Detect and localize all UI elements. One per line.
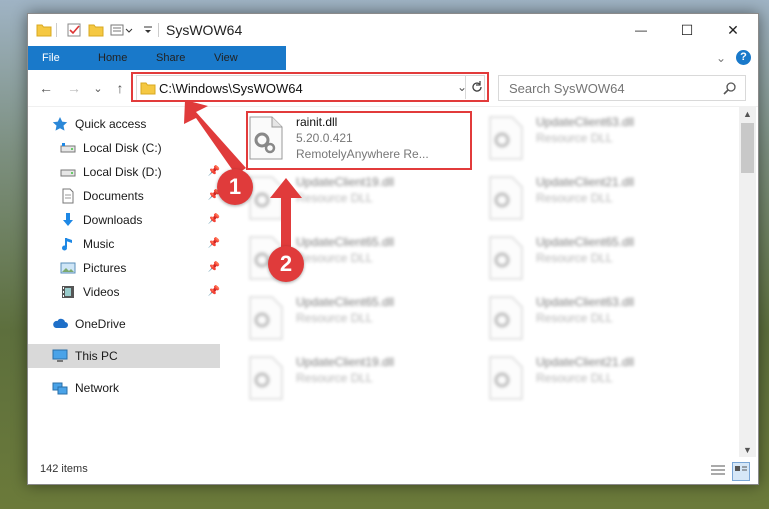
arrow-to-file [270, 178, 302, 248]
arrow-to-address-bar [184, 100, 246, 175]
step-1-badge: 1 [217, 169, 253, 205]
step-2-badge: 2 [268, 246, 304, 282]
annotation-arrows [184, 100, 302, 248]
